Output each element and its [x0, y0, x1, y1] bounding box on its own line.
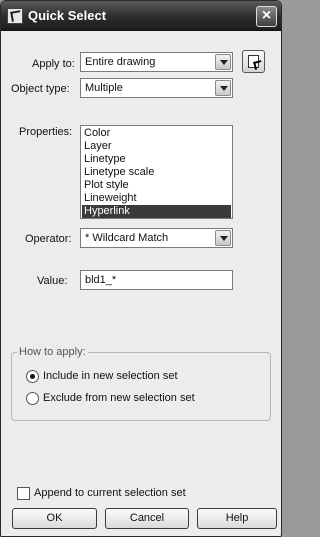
how-to-apply-group	[11, 352, 271, 421]
exclude-label[interactable]: Exclude from new selection set	[43, 392, 195, 404]
operator-dropdown[interactable]: * Wildcard Match	[80, 228, 233, 248]
cancel-button[interactable]: Cancel	[105, 508, 189, 529]
quick-select-dialog: Quick Select × Apply to: Entire drawing …	[0, 0, 282, 537]
chevron-down-icon[interactable]	[215, 230, 231, 246]
include-radio[interactable]	[26, 370, 39, 383]
properties-label: Properties:	[19, 126, 73, 138]
operator-label: Operator:	[25, 233, 72, 245]
list-item-selected[interactable]: Hyperlink	[82, 205, 231, 218]
apply-to-label: Apply to:	[32, 58, 75, 70]
chevron-down-icon[interactable]	[215, 80, 231, 96]
value-field[interactable]	[80, 270, 233, 290]
close-icon: ×	[261, 7, 272, 24]
value-label: Value:	[37, 275, 68, 287]
value-input[interactable]	[81, 271, 232, 289]
operator-value: * Wildcard Match	[85, 232, 169, 244]
list-item[interactable]: Lineweight	[82, 192, 231, 205]
dialog-title: Quick Select	[28, 8, 107, 23]
title-bar: Quick Select ×	[1, 1, 281, 31]
list-item[interactable]: Plot style	[82, 179, 231, 192]
append-label[interactable]: Append to current selection set	[34, 487, 186, 499]
list-item[interactable]: Layer	[82, 140, 231, 153]
close-button[interactable]: ×	[256, 6, 277, 27]
list-item[interactable]: Color	[82, 127, 231, 140]
quick-select-app-icon	[7, 8, 23, 24]
apply-to-dropdown[interactable]: Entire drawing	[80, 52, 233, 72]
chevron-down-icon[interactable]	[215, 54, 231, 70]
object-type-value: Multiple	[85, 82, 123, 94]
how-to-apply-title: How to apply:	[17, 346, 88, 358]
list-item[interactable]: Linetype	[82, 153, 231, 166]
list-item[interactable]: Linetype scale	[82, 166, 231, 179]
object-type-label: Object type:	[11, 83, 70, 95]
exclude-radio[interactable]	[26, 392, 39, 405]
object-type-dropdown[interactable]: Multiple	[80, 78, 233, 98]
append-checkbox[interactable]	[17, 487, 30, 500]
help-button[interactable]: Help	[197, 508, 277, 529]
apply-to-value: Entire drawing	[85, 56, 156, 68]
select-objects-button[interactable]	[242, 50, 265, 73]
ok-button[interactable]: OK	[12, 508, 97, 529]
properties-list[interactable]: Color Layer Linetype Linetype scale Plot…	[80, 125, 233, 219]
include-label[interactable]: Include in new selection set	[43, 370, 178, 382]
